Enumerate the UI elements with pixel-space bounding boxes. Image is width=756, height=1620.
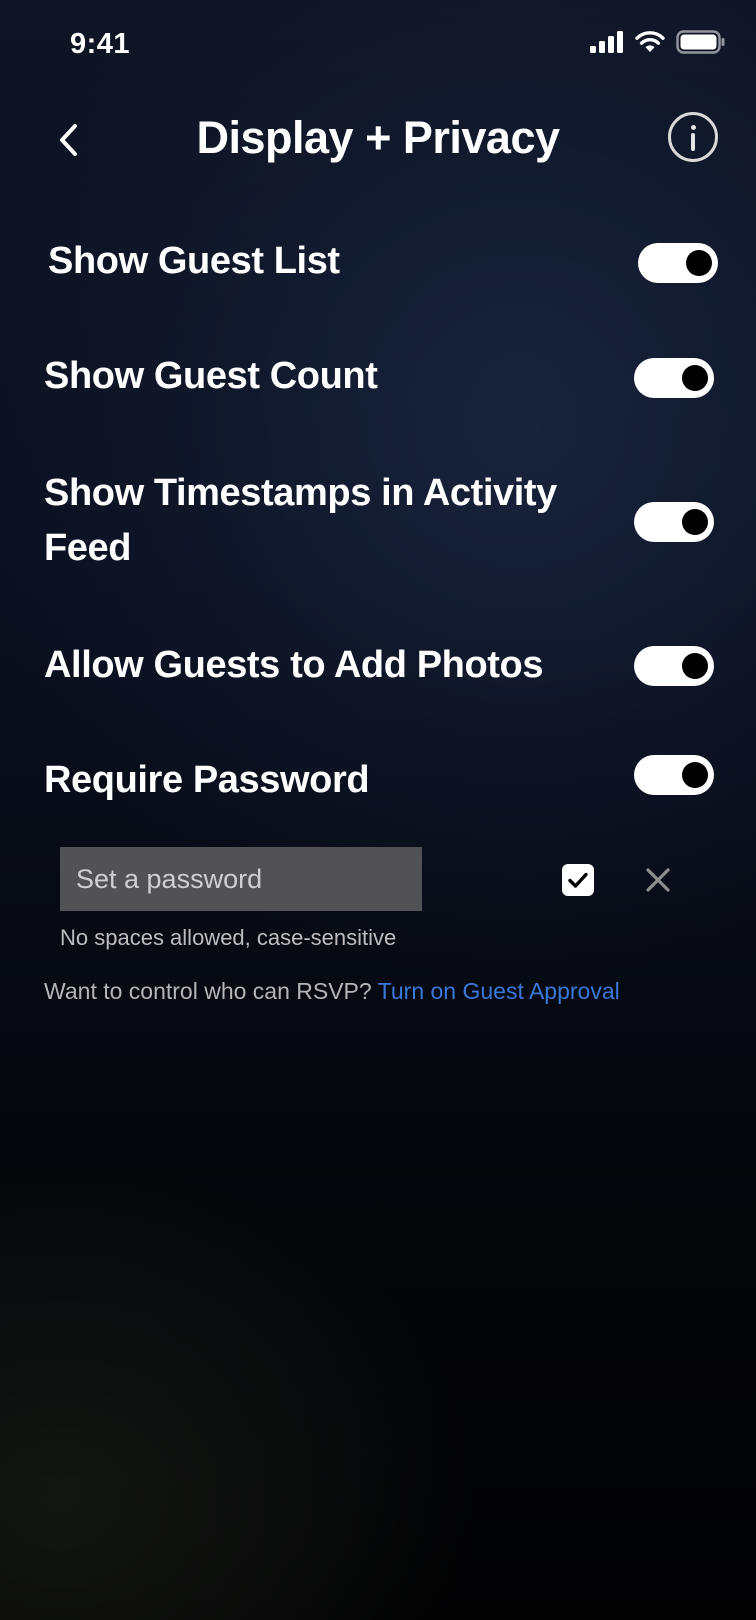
setting-row-show-guest-count: Show Guest Count [44, 349, 716, 405]
toggle-require-password[interactable] [634, 755, 714, 795]
setting-label: Require Password [44, 759, 370, 801]
info-button[interactable] [668, 112, 718, 162]
status-icons [590, 30, 726, 54]
guest-approval-link[interactable]: Turn on Guest Approval [378, 978, 620, 1004]
wifi-icon [635, 31, 665, 52]
status-time: 9:41 [70, 28, 131, 60]
password-hint: No spaces allowed, case-sensitive [60, 925, 397, 950]
toggle-knob [682, 653, 708, 679]
cancel-password-button[interactable] [642, 864, 674, 896]
toggle-show-guest-count[interactable] [634, 358, 714, 398]
battery-icon [676, 30, 725, 54]
setting-row-show-guest-list: Show Guest List [44, 234, 718, 290]
toggle-knob [682, 762, 708, 788]
close-icon [646, 868, 670, 892]
status-bar: 9:41 [0, 0, 756, 90]
toggle-show-guest-list[interactable] [638, 243, 718, 283]
password-area: No spaces allowed, case-sensitive [60, 847, 700, 957]
toggle-show-timestamps[interactable] [634, 502, 714, 542]
setting-label: Show Guest List [48, 240, 340, 282]
setting-row-show-timestamps: Show Timestamps in Activity Feed [44, 466, 716, 578]
setting-label: Show Guest Count [44, 355, 378, 397]
toggle-knob [682, 509, 708, 535]
password-input[interactable] [60, 847, 422, 911]
checkmark-icon [568, 872, 588, 888]
setting-label: Show Timestamps in Activity Feed [44, 472, 557, 569]
toggle-knob [686, 250, 712, 276]
nav-header: Display + Privacy [0, 100, 756, 180]
guest-approval-note: Want to control who can RSVP? Turn on Gu… [44, 978, 620, 1005]
setting-label: Allow Guests to Add Photos [44, 644, 544, 686]
setting-row-require-password: Require Password [44, 753, 716, 809]
confirm-password-button[interactable] [562, 864, 594, 896]
info-icon [690, 125, 696, 130]
page-title: Display + Privacy [196, 112, 561, 163]
guest-approval-prompt: Want to control who can RSVP? [44, 978, 378, 1004]
toggle-knob [682, 365, 708, 391]
setting-row-allow-guest-photos: Allow Guests to Add Photos [44, 638, 716, 694]
cellular-signal-icon [590, 31, 623, 53]
toggle-allow-guest-photos[interactable] [634, 646, 714, 686]
